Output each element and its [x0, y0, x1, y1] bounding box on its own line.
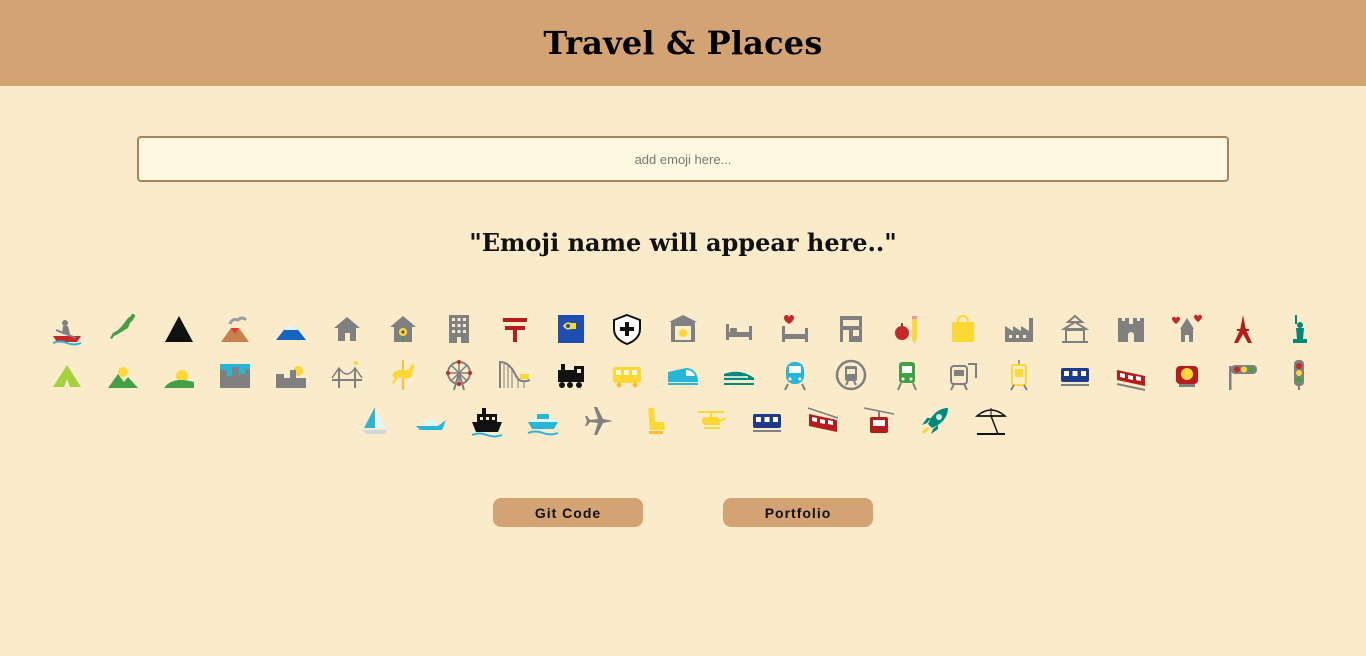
bank-icon[interactable]	[655, 312, 711, 346]
tram-icon[interactable]	[991, 358, 1047, 392]
love-hotel-icon[interactable]	[767, 312, 823, 346]
tram-car-icon[interactable]	[1047, 358, 1103, 392]
mountain-cableway-icon[interactable]	[795, 404, 851, 438]
portfolio-button[interactable]: Portfolio	[723, 498, 873, 527]
castle-icon[interactable]	[1103, 312, 1159, 346]
locomotive-icon[interactable]	[543, 358, 599, 392]
sunrise-icon[interactable]	[151, 358, 207, 392]
helicopter-icon[interactable]	[683, 404, 739, 438]
convenience-store-icon[interactable]	[823, 312, 879, 346]
mountain-icon[interactable]	[151, 312, 207, 346]
ferris-wheel-icon[interactable]	[431, 358, 487, 392]
button-row: Git Code Portfolio	[0, 498, 1366, 527]
emoji-grid	[15, 312, 1351, 438]
ferry-icon[interactable]	[515, 404, 571, 438]
seat-icon[interactable]	[627, 404, 683, 438]
office-building-icon[interactable]	[431, 312, 487, 346]
emoji-name-display: "Emoji name will appear here.."	[469, 228, 897, 257]
house-garden-icon[interactable]	[375, 312, 431, 346]
light-rail-icon[interactable]	[879, 358, 935, 392]
horizontal-traffic-light-icon[interactable]	[1271, 358, 1327, 392]
high-speed-train-icon[interactable]	[655, 358, 711, 392]
rowboat-icon[interactable]	[39, 312, 95, 346]
rocket-icon[interactable]	[907, 404, 963, 438]
sailboat-icon[interactable]	[403, 404, 459, 438]
carousel-horse-icon[interactable]	[375, 358, 431, 392]
post-office-eu-icon[interactable]	[543, 312, 599, 346]
emoji-search-input[interactable]	[137, 136, 1229, 182]
hospital-icon[interactable]	[599, 312, 655, 346]
beach-umbrella-icon[interactable]	[963, 404, 1019, 438]
cityscape-dusk-icon[interactable]	[207, 358, 263, 392]
trolleybus-icon[interactable]	[1159, 358, 1215, 392]
wedding-icon[interactable]	[1159, 312, 1215, 346]
suburban-railway-icon[interactable]	[739, 404, 795, 438]
ship-icon[interactable]	[459, 404, 515, 438]
page-title: Travel & Places	[543, 24, 823, 62]
post-office-icon[interactable]	[487, 312, 543, 346]
metro-icon[interactable]	[823, 358, 879, 392]
mount-fuji-icon[interactable]	[263, 312, 319, 346]
airplane-icon[interactable]	[571, 404, 627, 438]
sunset-city-icon[interactable]	[263, 358, 319, 392]
house-icon[interactable]	[319, 312, 375, 346]
school-icon[interactable]	[879, 312, 935, 346]
bus-icon[interactable]	[1103, 358, 1159, 392]
page-header: Travel & Places	[0, 0, 1366, 86]
factory-icon[interactable]	[991, 312, 1047, 346]
roller-coaster-icon[interactable]	[487, 358, 543, 392]
statue-of-liberty-icon[interactable]	[1271, 312, 1327, 346]
station-icon[interactable]	[935, 358, 991, 392]
night-bridge-icon[interactable]	[319, 358, 375, 392]
japan-map-icon[interactable]	[95, 312, 151, 346]
bullet-train-icon[interactable]	[711, 358, 767, 392]
train-icon[interactable]	[767, 358, 823, 392]
police-light-icon[interactable]	[1215, 358, 1271, 392]
git-code-button[interactable]: Git Code	[493, 498, 643, 527]
department-store-icon[interactable]	[935, 312, 991, 346]
volcano-icon[interactable]	[207, 312, 263, 346]
japanese-castle-icon[interactable]	[1047, 312, 1103, 346]
vertical-traffic-light-icon[interactable]	[347, 404, 403, 438]
sunrise-mountains-icon[interactable]	[95, 358, 151, 392]
aerial-tramway-icon[interactable]	[851, 404, 907, 438]
hotel-icon[interactable]	[711, 312, 767, 346]
tent-icon[interactable]	[39, 358, 95, 392]
search-field-wrapper	[137, 136, 1229, 182]
tokyo-tower-icon[interactable]	[1215, 312, 1271, 346]
railway-car-icon[interactable]	[599, 358, 655, 392]
